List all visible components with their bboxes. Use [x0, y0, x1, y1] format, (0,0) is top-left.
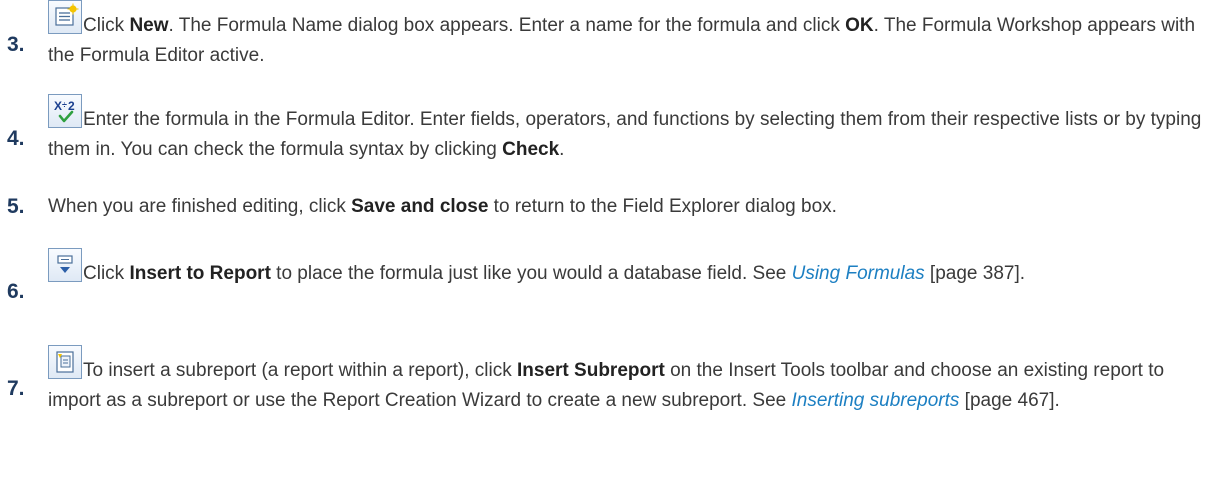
- step-number: 3.: [7, 33, 25, 56]
- step-text: X ÷ 2 Enter the formula in the Formula E…: [48, 94, 1218, 165]
- step-number: 7.: [7, 377, 25, 400]
- link-inserting-subreports[interactable]: Inserting subreports: [791, 390, 959, 411]
- insert-subreport-icon[interactable]: [48, 345, 82, 379]
- step-text: Click New. The Formula Name dialog box a…: [48, 0, 1218, 71]
- step-number: 5.: [7, 195, 25, 218]
- svg-text:÷: ÷: [62, 100, 67, 110]
- step-text: When you are finished editing, click Sav…: [48, 196, 837, 217]
- check-formula-icon[interactable]: X ÷ 2: [48, 94, 82, 128]
- new-formula-icon[interactable]: [48, 0, 82, 34]
- step-text: Click Insert to Report to place the form…: [48, 248, 1218, 289]
- step-number: 4.: [7, 127, 25, 150]
- step-number: 6.: [7, 280, 25, 303]
- link-using-formulas[interactable]: Using Formulas: [792, 263, 925, 284]
- svg-text:X: X: [54, 99, 62, 113]
- insert-to-report-icon[interactable]: [48, 248, 82, 282]
- step-text: To insert a subreport (a report within a…: [48, 345, 1218, 416]
